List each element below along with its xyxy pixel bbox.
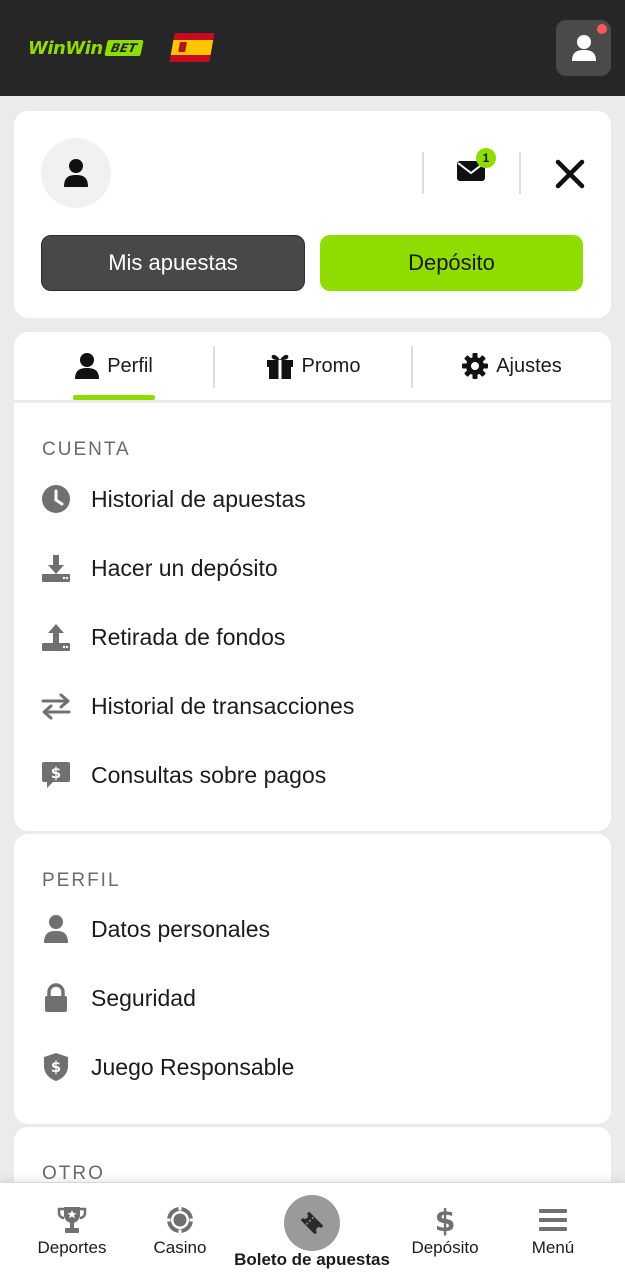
tab-label: Perfil <box>107 354 153 377</box>
user-account-button[interactable] <box>556 20 611 76</box>
tab-label: Promo <box>301 354 361 377</box>
messages-badge: 1 <box>476 148 496 168</box>
casino-chip-icon <box>165 1205 195 1235</box>
menu-item-withdrawal[interactable]: Retirada de fondos <box>14 611 611 663</box>
top-bar: WinWin BET <box>0 0 625 96</box>
winwin-bet-logo[interactable]: WinWin BET <box>28 36 143 60</box>
nav-menu[interactable]: Menú <box>503 1183 603 1280</box>
trophy-icon <box>57 1205 87 1235</box>
ticket-icon <box>284 1195 340 1251</box>
nav-deposito[interactable]: $ Depósito <box>395 1183 495 1280</box>
user-icon <box>75 353 100 379</box>
user-icon <box>571 35 596 61</box>
menu-item-label: Historial de apuestas <box>91 485 306 512</box>
nav-deportes[interactable]: Deportes <box>22 1183 122 1280</box>
deposit-button[interactable]: Depósito <box>320 235 583 291</box>
account-card: 1 Mis apuestas Depósito <box>14 111 611 318</box>
menu-item-personal-data[interactable]: Datos personales <box>14 903 611 955</box>
divider <box>519 152 521 194</box>
menu-item-bet-history[interactable]: Historial de apuestas <box>14 473 611 525</box>
logo-badge: BET <box>103 40 143 56</box>
lock-icon <box>40 982 72 1014</box>
shield-dollar-icon: $ <box>40 1051 72 1083</box>
tab-label: Ajustes <box>496 354 562 377</box>
menu-item-label: Historial de transacciones <box>91 692 355 719</box>
nav-label: Casino <box>153 1238 207 1257</box>
section-title: CUENTA <box>42 439 131 460</box>
menu-item-security[interactable]: Seguridad <box>14 972 611 1024</box>
dollar-icon: $ <box>430 1204 460 1236</box>
bottom-navigation: Deportes Casino Boleto de apuestas $ Dep… <box>0 1182 625 1280</box>
close-icon[interactable] <box>552 156 588 192</box>
active-tab-indicator <box>73 395 155 400</box>
tab-ajustes[interactable]: Ajustes <box>412 332 611 400</box>
svg-text:$: $ <box>435 1204 456 1236</box>
menu-item-responsible-gaming[interactable]: $ Juego Responsable <box>14 1041 611 1093</box>
nav-label: Deportes <box>37 1238 107 1257</box>
menu-item-label: Juego Responsable <box>91 1053 295 1080</box>
gift-icon <box>266 354 293 379</box>
nav-casino[interactable]: Casino <box>130 1183 230 1280</box>
tab-perfil[interactable]: Perfil <box>14 332 213 400</box>
nav-label: Menú <box>531 1238 575 1257</box>
section-cuenta: CUENTA Historial de apuestas Hacer un de… <box>14 403 611 831</box>
menu-item-label: Consultas sobre pagos <box>91 761 327 788</box>
spain-flag-icon[interactable] <box>169 33 215 62</box>
menu-item-label: Retirada de fondos <box>91 623 286 650</box>
payment-chat-icon: $ <box>40 759 72 791</box>
logo-text: WinWin <box>28 37 103 59</box>
nav-label: Boleto de apuestas <box>234 1250 390 1269</box>
svg-text:$: $ <box>51 1058 61 1076</box>
menu-item-make-deposit[interactable]: Hacer un depósito <box>14 542 611 594</box>
upload-icon <box>40 621 72 653</box>
menu-item-label: Datos personales <box>91 915 270 942</box>
clock-icon <box>40 483 72 515</box>
user-icon <box>64 159 88 187</box>
divider <box>422 152 424 194</box>
section-title: PERFIL <box>42 870 121 891</box>
profile-tabs: Perfil Promo Ajustes <box>14 332 611 400</box>
user-icon <box>40 913 72 945</box>
section-perfil: PERFIL Datos personales Seguridad $ Jueg… <box>14 834 611 1124</box>
nav-bet-slip[interactable]: Boleto de apuestas <box>232 1183 392 1280</box>
notification-dot <box>597 24 607 34</box>
menu-item-label: Seguridad <box>91 984 196 1011</box>
download-icon <box>40 552 72 584</box>
menu-item-transaction-history[interactable]: Historial de transacciones <box>14 680 611 732</box>
menu-item-label: Hacer un depósito <box>91 554 278 581</box>
nav-label: Depósito <box>411 1238 479 1257</box>
avatar[interactable] <box>41 138 111 208</box>
menu-icon <box>538 1205 568 1235</box>
gear-icon <box>462 353 489 379</box>
tab-promo[interactable]: Promo <box>213 332 412 400</box>
menu-item-payment-queries[interactable]: $ Consultas sobre pagos <box>14 749 611 801</box>
svg-text:$: $ <box>51 764 61 782</box>
transfer-arrows-icon <box>40 690 72 722</box>
my-bets-button[interactable]: Mis apuestas <box>41 235 305 291</box>
